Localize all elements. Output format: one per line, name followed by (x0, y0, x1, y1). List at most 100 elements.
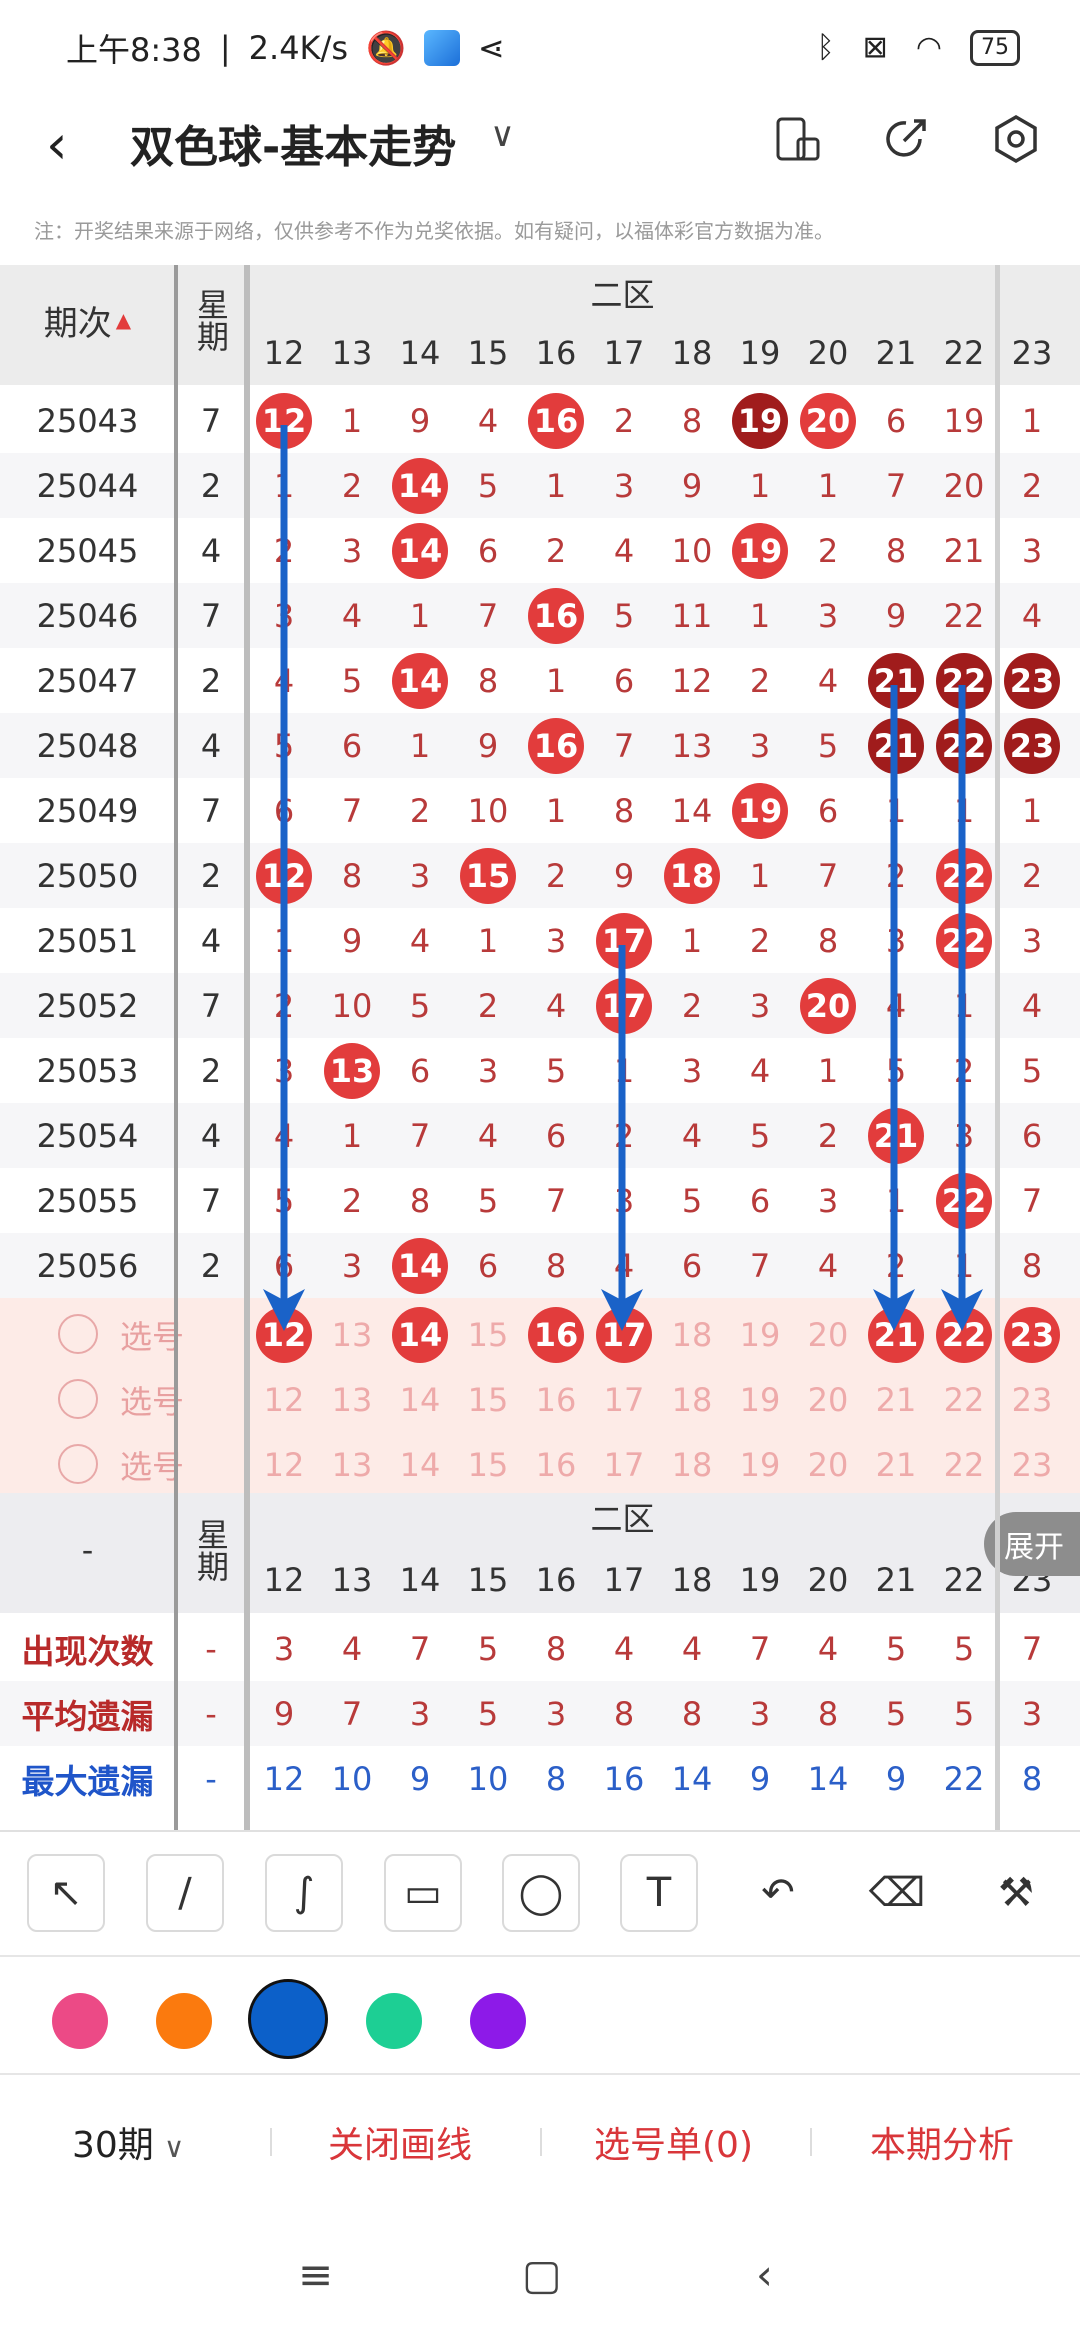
line-tool[interactable]: ∕ (146, 1854, 224, 1932)
pick-radio[interactable] (58, 1444, 98, 1484)
miss-count: 4 (1021, 986, 1043, 1025)
arrow-tool[interactable]: ↖ (27, 1854, 105, 1932)
rect-tool[interactable]: ▭ (384, 1854, 462, 1932)
pick-cell[interactable]: 18 (658, 1302, 726, 1367)
period-cell: 25052 (36, 986, 139, 1025)
pick-cell[interactable]: 20 (794, 1432, 862, 1497)
pick-cell[interactable]: 21 (862, 1367, 930, 1432)
pick-cell[interactable]: 21 (862, 1302, 930, 1367)
pick-cell[interactable]: 16 (522, 1367, 590, 1432)
home-icon[interactable]: ▢ (522, 2250, 562, 2299)
stats-cell: 7 (749, 1629, 771, 1668)
page-title[interactable]: 双色球-基本走势 (130, 111, 456, 175)
color-swatch-green[interactable] (366, 1993, 422, 2049)
pick-radio[interactable] (58, 1314, 98, 1354)
pick-list-button[interactable]: 选号单(0) (594, 2116, 753, 2168)
pick-cell[interactable]: 22 (930, 1432, 998, 1497)
pick-cell[interactable]: 20 (794, 1302, 862, 1367)
pick-cell[interactable]: 22 (930, 1367, 998, 1432)
pick-number: 18 (671, 1445, 713, 1484)
circle-tool[interactable]: ◯ (502, 1854, 580, 1932)
pick-cell[interactable]: 23 (998, 1367, 1066, 1432)
period-header[interactable]: 期次 ▲ (0, 285, 175, 355)
table-cell: 6 (794, 778, 862, 843)
color-swatch-orange[interactable] (156, 1993, 212, 2049)
table-cell: 12 (658, 648, 726, 713)
table-cell: 4 (726, 1038, 794, 1103)
pick-cell[interactable]: 18 (658, 1367, 726, 1432)
pick-label[interactable]: 选号 (112, 1302, 192, 1367)
curve-tool[interactable]: ∫ (265, 1854, 343, 1932)
pick-cell[interactable]: 12 (250, 1432, 318, 1497)
pick-cell[interactable]: 14 (386, 1432, 454, 1497)
table-cell: 6 (590, 648, 658, 713)
pick-cell[interactable]: 12 (250, 1367, 318, 1432)
pick-cell[interactable]: 15 (454, 1367, 522, 1432)
pick-cell[interactable]: 16 (522, 1302, 590, 1367)
settings-icon[interactable] (990, 113, 1042, 165)
back-icon[interactable]: ‹ (46, 113, 68, 176)
clear-brush-icon[interactable]: ⚒ (977, 1854, 1055, 1932)
pick-cell[interactable]: 22 (930, 1302, 998, 1367)
chevron-down-icon[interactable]: ∨ (490, 115, 515, 155)
pick-cell[interactable]: 14 (386, 1302, 454, 1367)
table-cell: 4 (522, 973, 590, 1038)
pick-cell[interactable]: 23 (998, 1432, 1066, 1497)
miss-count: 2 (885, 856, 907, 895)
miss-count: 4 (817, 661, 839, 700)
undo-icon[interactable]: ↶ (739, 1854, 817, 1932)
share-out-icon[interactable] (880, 113, 932, 165)
pick-cell[interactable]: 17 (590, 1302, 658, 1367)
pick-cell[interactable]: 17 (590, 1432, 658, 1497)
close-drawing-button[interactable]: 关闭画线 (328, 2116, 472, 2168)
back-nav-icon[interactable]: ‹ (756, 2250, 773, 2299)
pick-cell[interactable]: 15 (454, 1432, 522, 1497)
pick-cell[interactable]: 12 (250, 1302, 318, 1367)
pick-number: 12 (263, 1445, 305, 1484)
color-swatch-purple[interactable] (470, 1993, 526, 2049)
table-cell: 2 (250, 518, 318, 583)
table-cell: 22 (930, 843, 998, 908)
pick-cell[interactable]: 14 (386, 1367, 454, 1432)
pick-cell[interactable]: 20 (794, 1367, 862, 1432)
pick-cell[interactable]: 21 (862, 1432, 930, 1497)
table-cell: 2 (590, 388, 658, 453)
screen-mode-icon[interactable] (772, 113, 824, 165)
miss-count: 13 (671, 726, 713, 765)
pick-number: 20 (807, 1445, 849, 1484)
pick-cell[interactable]: 23 (998, 1302, 1066, 1367)
pick-cell[interactable]: 19 (726, 1367, 794, 1432)
color-swatch-blue[interactable] (248, 1979, 328, 2059)
number-ball: 18 (664, 847, 720, 904)
miss-count: 14 (671, 791, 713, 830)
pick-cell[interactable]: 17 (590, 1367, 658, 1432)
pick-cell[interactable]: 18 (658, 1432, 726, 1497)
text-tool[interactable]: T (620, 1854, 698, 1932)
pick-cell[interactable]: 19 (726, 1302, 794, 1367)
pick-label[interactable]: 选号 (112, 1432, 192, 1497)
number-ball: 14 (392, 1237, 448, 1294)
pick-label[interactable]: 选号 (112, 1367, 192, 1432)
table-cell: 4 (658, 1103, 726, 1168)
color-swatch-pink[interactable] (52, 1993, 108, 2049)
pick-cell[interactable]: 15 (454, 1302, 522, 1367)
period-analysis-button[interactable]: 本期分析 (870, 2116, 1014, 2168)
pick-cell[interactable]: 13 (318, 1302, 386, 1367)
menu-icon[interactable]: ≡ (298, 2250, 333, 2299)
stats-column-header: 17 (603, 1561, 645, 1599)
miss-count: 4 (749, 1051, 771, 1090)
pick-cell[interactable]: 13 (318, 1367, 386, 1432)
table-cell: 6 (454, 518, 522, 583)
pick-cell[interactable]: 19 (726, 1432, 794, 1497)
pick-radio[interactable] (58, 1379, 98, 1419)
pick-number: 19 (739, 1380, 781, 1419)
stats-cell: 9 (273, 1694, 295, 1733)
pick-cell[interactable]: 16 (522, 1432, 590, 1497)
stats-cell: 9 (749, 1759, 771, 1798)
stats-cell: 8 (613, 1694, 635, 1733)
pick-cell[interactable]: 13 (318, 1432, 386, 1497)
periods-select[interactable]: 30期 ∨ (72, 2116, 184, 2168)
table-cell: 19 (726, 778, 794, 843)
table-cell: 17 (590, 908, 658, 973)
eraser-icon[interactable]: ⌫ (858, 1854, 936, 1932)
